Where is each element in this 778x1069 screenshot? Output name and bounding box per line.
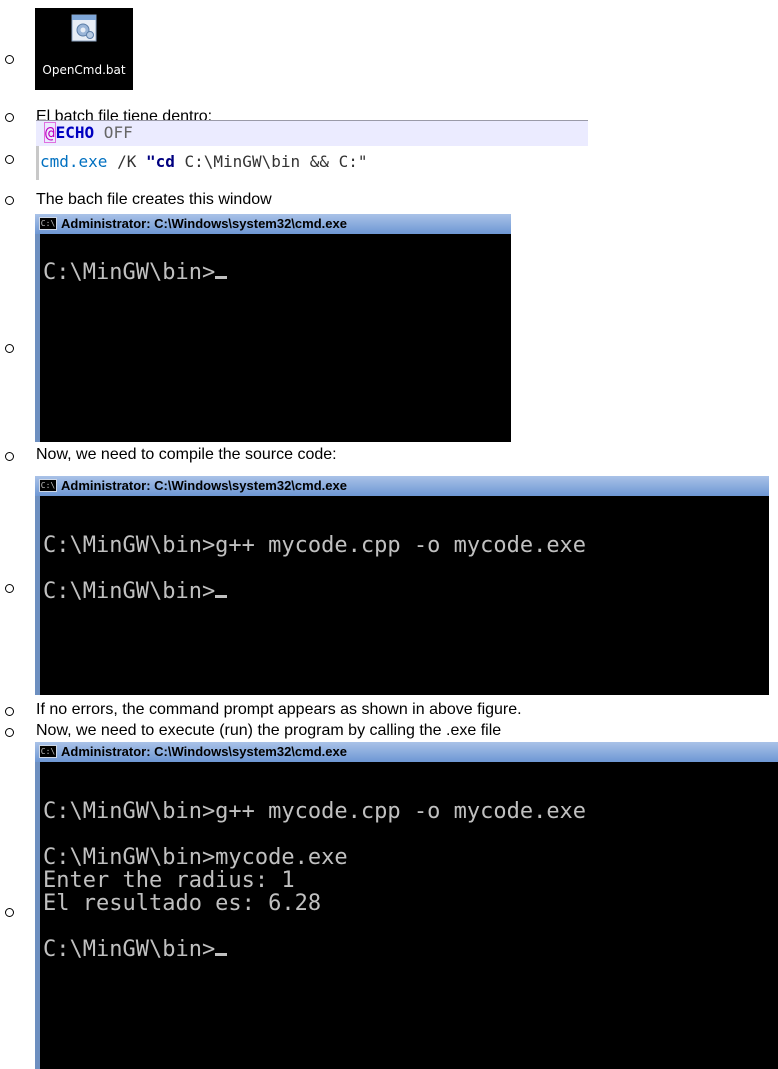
bullet-marker	[5, 707, 14, 716]
console-window[interactable]: C:\ Administrator: C:\Windows\system32\c…	[35, 742, 778, 1069]
text-cursor	[215, 595, 228, 598]
window-border	[35, 496, 40, 695]
bullet-marker	[5, 155, 14, 164]
bullet-marker	[5, 55, 14, 64]
shortcut-label: OpenCmd.bat	[42, 63, 126, 77]
console-output: C:\MinGW\bin>	[43, 260, 228, 285]
bullet-text: If no errors, the command prompt appears…	[36, 701, 522, 718]
console-line: C:\MinGW\bin>g++ mycode.cpp -o mycode.ex…	[43, 799, 587, 824]
bullet-marker	[5, 908, 14, 917]
bullet-text: Now, we need to execute (run) the progra…	[36, 722, 502, 739]
bullet-marker	[5, 584, 14, 593]
window-title: Administrator: C:\Windows\system32\cmd.e…	[61, 478, 347, 493]
bullet-marker	[5, 113, 14, 122]
console-line: Enter the radius: 1	[43, 868, 295, 893]
window-border	[35, 762, 40, 1069]
console-line: C:\MinGW\bin>	[43, 260, 216, 285]
code-switch-token: /K	[107, 152, 146, 171]
window-titlebar[interactable]: C:\ Administrator: C:\Windows\system32\c…	[35, 214, 511, 234]
text-cursor	[215, 276, 228, 279]
code-line-2: cmd.exe /K "cd C:\MinGW\bin && C:"	[40, 152, 368, 171]
batch-file-icon	[71, 14, 97, 42]
code-quote-token: "	[145, 152, 156, 171]
console-icon: C:\	[39, 217, 57, 230]
text-cursor	[215, 953, 228, 956]
code-echo-token: ECHO	[55, 123, 95, 142]
console-prompt: C:\MinGW\bin>	[43, 579, 216, 604]
console-output: C:\MinGW\bin>g++ mycode.cpp -o mycode.ex…	[43, 800, 586, 961]
console-prompt: C:\MinGW\bin>	[43, 937, 216, 962]
window-titlebar[interactable]: C:\ Administrator: C:\Windows\system32\c…	[35, 476, 769, 496]
console-window[interactable]: C:\ Administrator: C:\Windows\system32\c…	[35, 214, 511, 442]
code-args-token: C:\MinGW\bin && C:	[174, 152, 358, 171]
window-title: Administrator: C:\Windows\system32\cmd.e…	[61, 216, 347, 231]
batch-code-snippet: @ECHO OFF cmd.exe /K "cd C:\MinGW\bin &&…	[36, 120, 588, 180]
bullet-marker	[5, 196, 14, 205]
console-icon: C:\	[39, 479, 57, 492]
code-at-token: @	[44, 122, 56, 143]
console-icon: C:\	[39, 745, 57, 758]
bullet-text: Now, we need to compile the source code:	[36, 446, 337, 463]
code-line-1: @ECHO OFF	[44, 122, 133, 143]
code-quote-token: "	[357, 152, 368, 171]
bullet-text: The bach file creates this window	[36, 191, 272, 208]
console-line: El resultado es: 6.28	[43, 891, 322, 916]
console-output: C:\MinGW\bin>g++ mycode.cpp -o mycode.ex…	[43, 534, 586, 603]
console-line: C:\MinGW\bin>g++ mycode.cpp -o mycode.ex…	[43, 533, 587, 558]
desktop-shortcut[interactable]: OpenCmd.bat	[35, 8, 133, 90]
bullet-marker	[5, 728, 14, 737]
window-title: Administrator: C:\Windows\system32\cmd.e…	[61, 744, 347, 759]
bullet-marker	[5, 452, 14, 461]
window-border	[35, 234, 40, 442]
bullet-marker	[5, 344, 14, 353]
code-cmd-token: cmd.exe	[40, 152, 108, 171]
code-gutter	[36, 146, 39, 180]
code-off-token: OFF	[94, 123, 133, 142]
console-line: C:\MinGW\bin>	[43, 580, 586, 603]
console-line: C:\MinGW\bin>	[43, 938, 586, 961]
console-window[interactable]: C:\ Administrator: C:\Windows\system32\c…	[35, 476, 769, 695]
window-titlebar[interactable]: C:\ Administrator: C:\Windows\system32\c…	[35, 742, 778, 762]
console-line: C:\MinGW\bin>mycode.exe	[43, 845, 348, 870]
code-cd-token: cd	[155, 152, 175, 171]
